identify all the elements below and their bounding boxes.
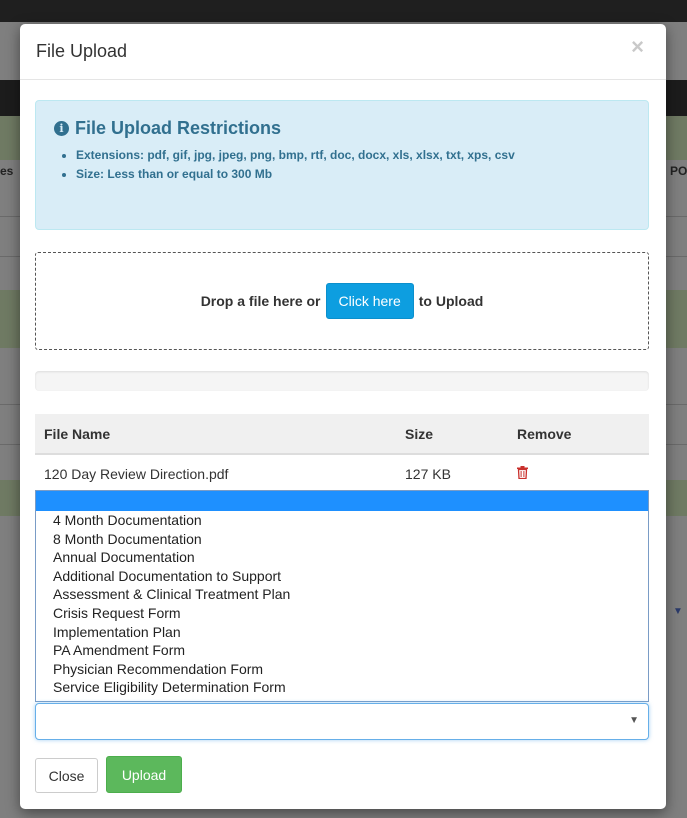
file-drop-zone[interactable]: Drop a file here or Click here to Upload xyxy=(35,252,649,350)
file-upload-modal: File Upload × i File Upload Restrictions… xyxy=(20,24,666,809)
table-header-row: File Name Size Remove xyxy=(35,414,649,455)
background-column-fragment: PO xyxy=(670,164,687,178)
column-header-remove: Remove xyxy=(508,414,649,455)
column-header-file-name: File Name xyxy=(35,414,396,455)
upload-button[interactable]: Upload xyxy=(106,756,182,793)
restriction-size: Size: Less than or equal to 300 Mb xyxy=(76,166,636,183)
document-type-select[interactable]: ▼ xyxy=(35,703,649,740)
file-size-cell: 127 KB xyxy=(405,466,451,482)
background-sort-arrow-icon: ▼ xyxy=(673,606,683,617)
modal-title: File Upload xyxy=(36,41,128,61)
list-item[interactable]: 8 Month Documentation xyxy=(36,530,648,549)
background-top-bar xyxy=(0,0,687,22)
list-item[interactable]: Implementation Plan xyxy=(36,623,648,642)
restrictions-title: File Upload Restrictions xyxy=(75,118,282,138)
list-item[interactable]: Crisis Request Form xyxy=(36,604,648,623)
list-item[interactable]: Annual Documentation xyxy=(36,548,648,567)
modal-header: File Upload × xyxy=(20,24,666,80)
list-item[interactable]: 4 Month Documentation xyxy=(36,511,648,530)
list-item[interactable]: Assessment & Clinical Treatment Plan xyxy=(36,585,648,604)
trash-icon-svg xyxy=(517,466,528,480)
restrictions-heading: i File Upload Restrictions xyxy=(54,118,281,139)
trash-icon[interactable] xyxy=(517,466,528,482)
info-circle-icon: i xyxy=(54,121,69,136)
list-item[interactable]: Service Eligibility Determination Form xyxy=(36,678,648,697)
close-button[interactable]: Close xyxy=(35,758,98,793)
remove-cell xyxy=(508,454,649,493)
dropzone-prefix: Drop a file here or xyxy=(200,293,321,309)
restrictions-list: Extensions: pdf, gif, jpg, jpeg, png, bm… xyxy=(58,147,636,185)
document-type-dropdown-list[interactable]: 4 Month Documentation 8 Month Documentat… xyxy=(35,490,649,702)
background-column-fragment: es xyxy=(0,164,14,178)
list-item[interactable]: Physician Recommendation Form xyxy=(36,660,648,679)
restriction-extensions: Extensions: pdf, gif, jpg, jpeg, png, bm… xyxy=(76,147,636,164)
close-icon[interactable]: × xyxy=(631,36,644,58)
column-header-size: Size xyxy=(396,414,508,455)
table-row: 120 Day Review Direction.pdf 127 KB xyxy=(35,454,649,493)
upload-restrictions-alert: i File Upload Restrictions Extensions: p… xyxy=(35,100,649,230)
list-item[interactable]: Additional Documentation to Support xyxy=(36,567,648,586)
highlighted-empty-option[interactable] xyxy=(36,491,648,511)
upload-progress-bar xyxy=(35,371,649,391)
files-table: File Name Size Remove 120 Day Review Dir… xyxy=(35,414,649,493)
caret-down-icon: ▼ xyxy=(629,715,639,726)
list-item[interactable]: PA Amendment Form xyxy=(36,641,648,660)
file-name-cell: 120 Day Review Direction.pdf xyxy=(44,466,229,482)
dropzone-suffix: to Upload xyxy=(418,293,484,309)
click-here-button[interactable]: Click here xyxy=(325,283,414,319)
